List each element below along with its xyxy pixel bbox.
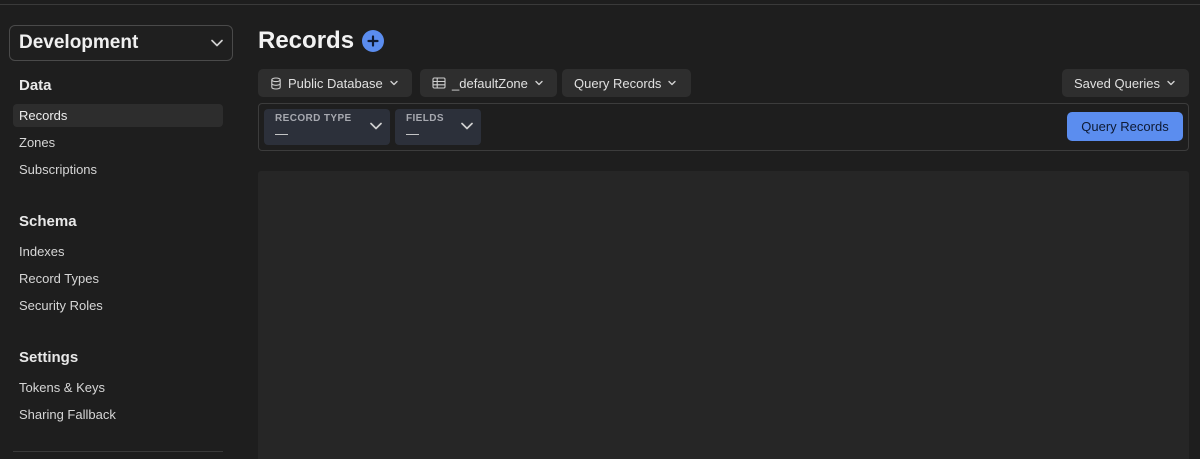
sidebar-item-label: Zones [19, 135, 56, 150]
table-icon [432, 77, 446, 89]
sidebar-item-label: Tokens & Keys [19, 380, 105, 395]
sidebar-item-security-roles[interactable]: Security Roles [13, 294, 223, 317]
section-title-data: Data [19, 77, 52, 94]
saved-queries-label: Saved Queries [1074, 75, 1160, 91]
query-mode-label: Query Records [574, 75, 662, 91]
zone-select[interactable]: _defaultZone [420, 69, 557, 97]
environment-label: Development [19, 32, 139, 53]
sidebar-item-label: Security Roles [19, 298, 103, 313]
results-panel [258, 171, 1189, 459]
page-title: Records [258, 27, 355, 54]
record-type-value: — [275, 126, 288, 141]
plus-icon [367, 35, 379, 47]
query-filter-bar: RECORD TYPE — FIELDS — Query Records [258, 103, 1189, 151]
sidebar-item-sharing-fallback[interactable]: Sharing Fallback [13, 403, 223, 426]
chevron-down-icon [461, 122, 473, 130]
chevron-down-icon [389, 80, 398, 86]
sidebar: Development Data Records Zones Subscript… [0, 5, 242, 459]
chevron-down-icon [668, 80, 677, 86]
record-type-label: RECORD TYPE [275, 113, 352, 124]
database-select[interactable]: Public Database [258, 69, 412, 97]
sidebar-item-label: Indexes [19, 244, 65, 259]
sidebar-item-zones[interactable]: Zones [13, 131, 223, 154]
sidebar-item-label: Record Types [19, 271, 99, 286]
environment-select[interactable]: Development [9, 25, 233, 61]
section-title-settings: Settings [19, 349, 79, 366]
fields-select[interactable]: FIELDS — [395, 109, 481, 145]
database-select-label: Public Database [288, 75, 383, 91]
sidebar-item-subscriptions[interactable]: Subscriptions [13, 158, 223, 181]
chevron-down-icon [1167, 80, 1175, 86]
chevron-down-icon [370, 122, 382, 130]
fields-label: FIELDS [406, 113, 444, 124]
database-icon [271, 76, 281, 90]
sidebar-item-tokens-keys[interactable]: Tokens & Keys [13, 376, 223, 399]
add-record-button[interactable] [362, 30, 384, 52]
query-records-button[interactable]: Query Records [1067, 112, 1183, 141]
zone-select-label: _defaultZone [452, 75, 528, 91]
chevron-down-icon [211, 39, 223, 47]
sidebar-item-records[interactable]: Records [13, 104, 223, 127]
fields-value: — [406, 126, 419, 141]
section-title-schema: Schema [19, 213, 77, 230]
sidebar-item-label: Sharing Fallback [19, 407, 116, 422]
saved-queries-select[interactable]: Saved Queries [1062, 69, 1189, 97]
sidebar-divider [13, 451, 223, 452]
query-mode-select[interactable]: Query Records [562, 69, 691, 97]
record-type-select[interactable]: RECORD TYPE — [264, 109, 390, 145]
sidebar-item-record-types[interactable]: Record Types [13, 267, 223, 290]
sidebar-item-indexes[interactable]: Indexes [13, 240, 223, 263]
sidebar-item-label: Subscriptions [19, 162, 98, 177]
chevron-down-icon [535, 80, 543, 86]
sidebar-item-label: Records [19, 108, 68, 123]
